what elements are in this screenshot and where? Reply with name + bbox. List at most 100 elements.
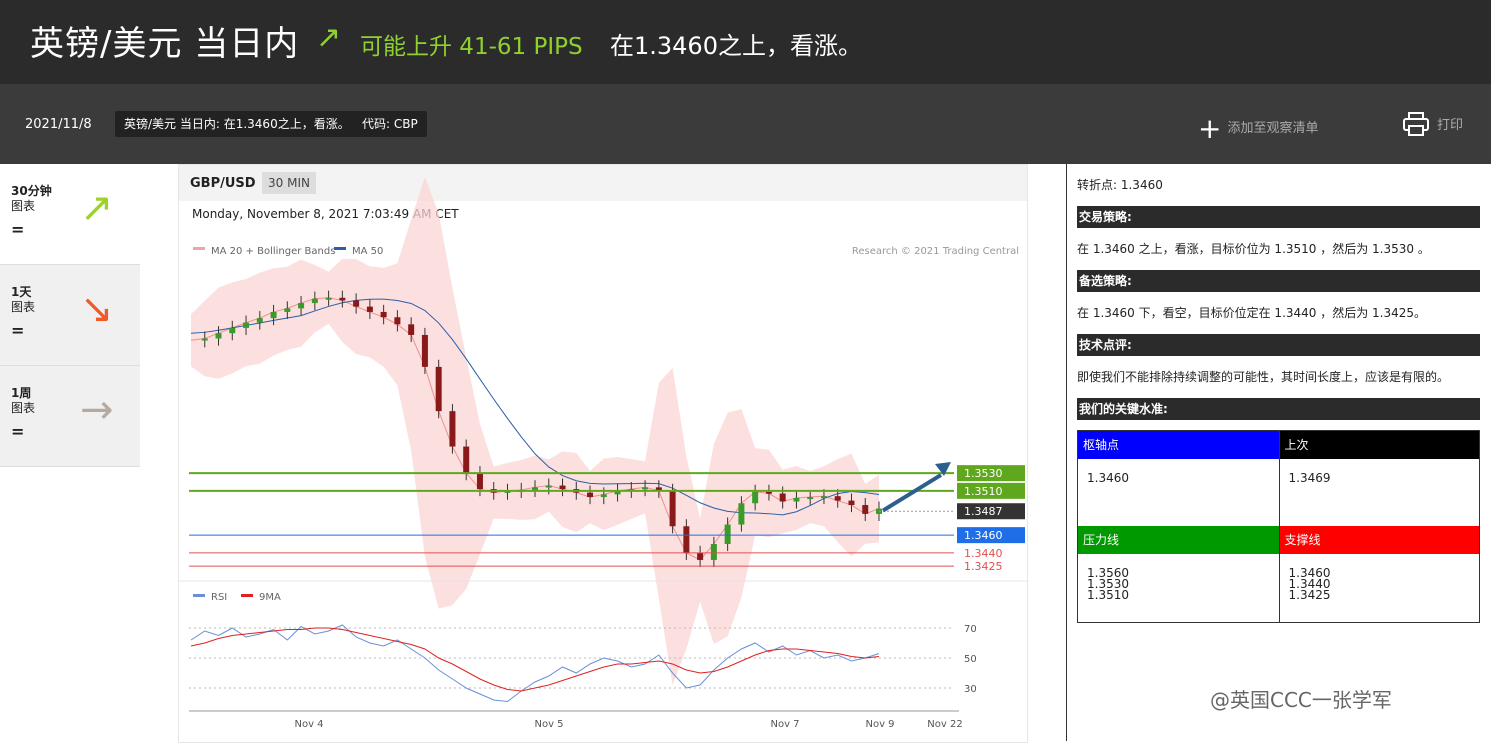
candle-body bbox=[793, 497, 800, 502]
legend-rsi: RSI bbox=[211, 592, 227, 603]
printer-icon bbox=[1403, 112, 1429, 136]
key-levels-table: 枢轴点 上次 1.3460 1.3469 压力线 支撑线 1.3560 1.35… bbox=[1077, 430, 1480, 623]
candle-body bbox=[421, 334, 428, 367]
up-arrow-icon: ↗ bbox=[316, 20, 342, 55]
rsi-line bbox=[190, 624, 880, 703]
summary-tag: 英镑/美元 当日内: 在1.3460之上，看涨。 bbox=[115, 111, 359, 137]
chart-panel: GBP/USD 30 MIN Monday, November 8, 2021 … bbox=[178, 164, 1028, 743]
add-to-watchlist-button[interactable]: + 添加至观察清单 bbox=[1198, 112, 1318, 145]
candle-body bbox=[559, 485, 566, 490]
candle-body bbox=[834, 496, 841, 501]
candle-body bbox=[229, 327, 236, 334]
equal-sign: = bbox=[11, 422, 25, 441]
candle-body bbox=[820, 496, 827, 499]
candle-body bbox=[394, 317, 401, 325]
candle-body bbox=[408, 324, 415, 335]
candle-body bbox=[353, 300, 360, 307]
x-tick: Nov 5 bbox=[534, 719, 563, 730]
down-arrow-icon: ↘ bbox=[80, 286, 114, 332]
candle-body bbox=[683, 526, 690, 553]
chart-credit: Research © 2021 Trading Central bbox=[852, 246, 1019, 257]
candle-body bbox=[366, 306, 373, 312]
up-arrow-icon: ↗ bbox=[80, 185, 114, 231]
candle-body bbox=[738, 503, 745, 525]
legend-rsi-ma: 9MA bbox=[259, 592, 281, 603]
legend-ma20: MA 20 + Bollinger Bands bbox=[211, 246, 335, 257]
page-title: 英镑/美元 当日内 bbox=[30, 24, 300, 64]
candle-body bbox=[256, 318, 263, 323]
forecast-arrow bbox=[881, 473, 943, 513]
rsi-tick: 70 bbox=[964, 624, 977, 635]
info-bar: 2021/11/8 英镑/美元 当日内: 在1.3460之上，看涨。 代码: C… bbox=[0, 84, 1491, 164]
support-header: 支撑线 bbox=[1278, 526, 1479, 554]
resistance-values: 1.3560 1.3530 1.3510 bbox=[1078, 554, 1279, 622]
level-label: 1.3460 bbox=[964, 529, 1003, 542]
level-label: 1.3487 bbox=[964, 505, 1003, 518]
sidebar-item-1day[interactable]: 1天 图表 = ↘ bbox=[0, 265, 140, 366]
chart-label: 图表 bbox=[11, 199, 36, 213]
candle-body bbox=[270, 311, 277, 319]
equal-sign: = bbox=[11, 321, 25, 340]
chart-label: 图表 bbox=[11, 401, 36, 415]
sidebar-item-30min[interactable]: 30分钟 图表 = ↗ bbox=[0, 164, 140, 265]
print-label: 打印 bbox=[1437, 118, 1464, 133]
candle-body bbox=[765, 491, 772, 494]
candle-body bbox=[311, 298, 318, 304]
legend-swatch-ma50 bbox=[334, 247, 346, 250]
analysis-panel: 转折点: 1.3460 交易策略: 在 1.3460 之上，看涨，目标价位为 1… bbox=[1066, 164, 1491, 741]
rsi-tick: 50 bbox=[964, 654, 977, 665]
candle-body bbox=[532, 487, 538, 490]
chart-label: 图表 bbox=[11, 300, 36, 314]
candle-body bbox=[600, 494, 607, 498]
level-label: 1.3510 bbox=[964, 485, 1003, 498]
legend-ma50: MA 50 bbox=[352, 246, 383, 257]
report-date: 2021/11/8 bbox=[25, 117, 92, 132]
resistance-header: 压力线 bbox=[1078, 526, 1279, 554]
legend-swatch-rsi-ma bbox=[241, 594, 253, 597]
candle-body bbox=[587, 492, 594, 498]
level-label: 1.3440 bbox=[964, 547, 1003, 560]
candle-body bbox=[215, 333, 222, 339]
comment-text: 即使我们不能排除持续调整的可能性，其时间长度上，应该是有限的。 bbox=[1077, 370, 1450, 384]
candle-body bbox=[284, 308, 291, 312]
candle-body bbox=[545, 485, 552, 488]
support-3: 1.3425 bbox=[1288, 588, 1331, 602]
right-arrow-icon: → bbox=[80, 387, 114, 433]
alt-strategy-text: 在 1.3460 下，看空，目标价位定在 1.3440 ，然后为 1.3425。 bbox=[1077, 306, 1427, 320]
candle-body bbox=[669, 490, 676, 527]
last-header: 上次 bbox=[1278, 431, 1479, 459]
candle-body bbox=[710, 544, 717, 560]
candle-body bbox=[298, 303, 305, 309]
section-header: 我们的关键水准: bbox=[1077, 398, 1480, 420]
timeframe-sidebar: 30分钟 图表 = ↗ 1天 图表 = ↘ 1周 图表 = → bbox=[0, 164, 140, 467]
level-label: 1.3425 bbox=[964, 560, 1003, 573]
sidebar-item-1week[interactable]: 1周 图表 = → bbox=[0, 366, 140, 467]
rsi-tick: 30 bbox=[964, 684, 977, 695]
candle-body bbox=[642, 487, 649, 490]
candle-body bbox=[476, 473, 483, 490]
candle-body bbox=[339, 297, 346, 301]
legend-swatch-rsi bbox=[193, 594, 205, 597]
candle-body bbox=[752, 491, 759, 504]
price-chart: MA 20 + Bollinger Bands MA 50 Research © 2… bbox=[179, 177, 1027, 730]
section-header: 备选策略: bbox=[1077, 270, 1480, 292]
print-button[interactable]: 打印 bbox=[1403, 112, 1463, 136]
candle-body bbox=[325, 297, 332, 300]
candle-body bbox=[862, 505, 869, 514]
last-value: 1.3469 bbox=[1278, 459, 1480, 526]
pivot-line: 转折点: 1.3460 bbox=[1077, 178, 1163, 192]
candle-body bbox=[463, 446, 470, 474]
candle-body bbox=[380, 311, 387, 318]
section-header: 交易策略: bbox=[1077, 206, 1480, 228]
candle-body bbox=[697, 552, 704, 560]
header-bar: 英镑/美元 当日内 ↗ 可能上升 41-61 PIPS 在1.3460之上，看涨… bbox=[0, 0, 1491, 84]
support-values: 1.3460 1.3440 1.3425 bbox=[1278, 554, 1480, 622]
legend-swatch-ma20 bbox=[193, 247, 205, 250]
expected-move: 可能上升 41-61 PIPS bbox=[360, 34, 583, 60]
x-tick: Nov 9 bbox=[865, 719, 894, 730]
strategy-text: 在 1.3460 之上，看涨，目标价位为 1.3510 ，然后为 1.3530 … bbox=[1077, 242, 1430, 256]
candle-body bbox=[435, 366, 442, 412]
candle-body bbox=[848, 500, 855, 506]
equal-sign: = bbox=[11, 220, 25, 239]
candle-body bbox=[449, 411, 456, 447]
